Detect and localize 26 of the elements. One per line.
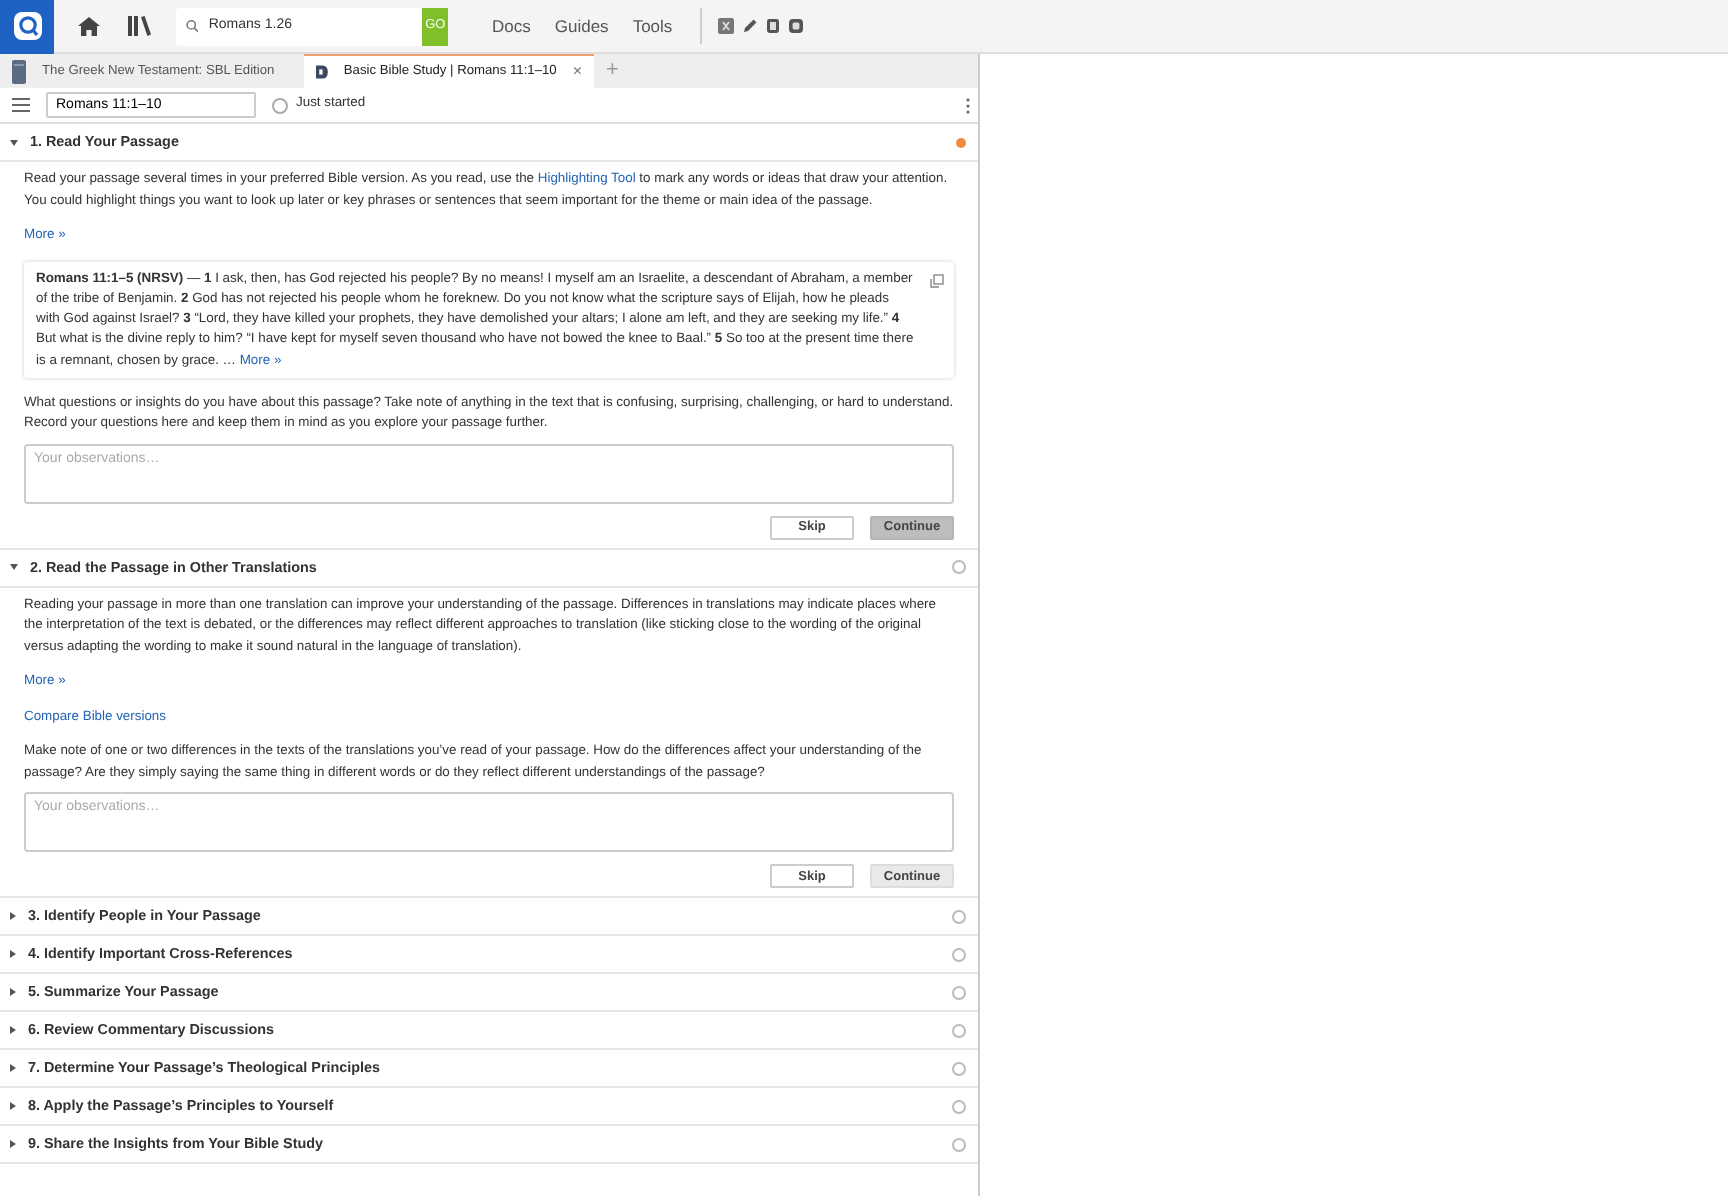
menu-item[interactable]: Guides — [542, 13, 621, 39]
pencil-icon[interactable] — [742, 18, 759, 34]
collapse-caret-icon[interactable] — [10, 564, 18, 571]
menu-icon[interactable] — [12, 98, 30, 112]
expand-caret-icon[interactable] — [10, 1102, 16, 1111]
expand-caret-icon[interactable] — [10, 950, 16, 959]
expand-caret-icon[interactable] — [10, 1064, 16, 1073]
expand-caret-icon[interactable] — [10, 1140, 16, 1149]
document-icon[interactable] — [766, 18, 781, 34]
search-icon — [186, 18, 199, 34]
menu-item[interactable]: Docs — [480, 13, 543, 39]
expand-caret-icon[interactable] — [10, 912, 16, 921]
close-icon[interactable]: × — [572, 60, 582, 84]
collapse-caret-icon[interactable] — [10, 139, 18, 145]
expand-caret-icon[interactable] — [10, 988, 16, 997]
logo-icon[interactable] — [0, 0, 54, 53]
status-radio[interactable] — [272, 97, 288, 113]
expand-caret-icon[interactable] — [10, 1026, 16, 1035]
x-box-icon[interactable] — [718, 18, 735, 34]
copy-icon[interactable] — [930, 273, 944, 287]
library-icon[interactable] — [128, 16, 152, 36]
menu-item[interactable]: Tools — [620, 13, 685, 39]
square-icon[interactable] — [788, 18, 805, 34]
home-icon[interactable] — [78, 16, 100, 36]
book-icon — [12, 59, 26, 83]
document-icon — [316, 62, 328, 82]
